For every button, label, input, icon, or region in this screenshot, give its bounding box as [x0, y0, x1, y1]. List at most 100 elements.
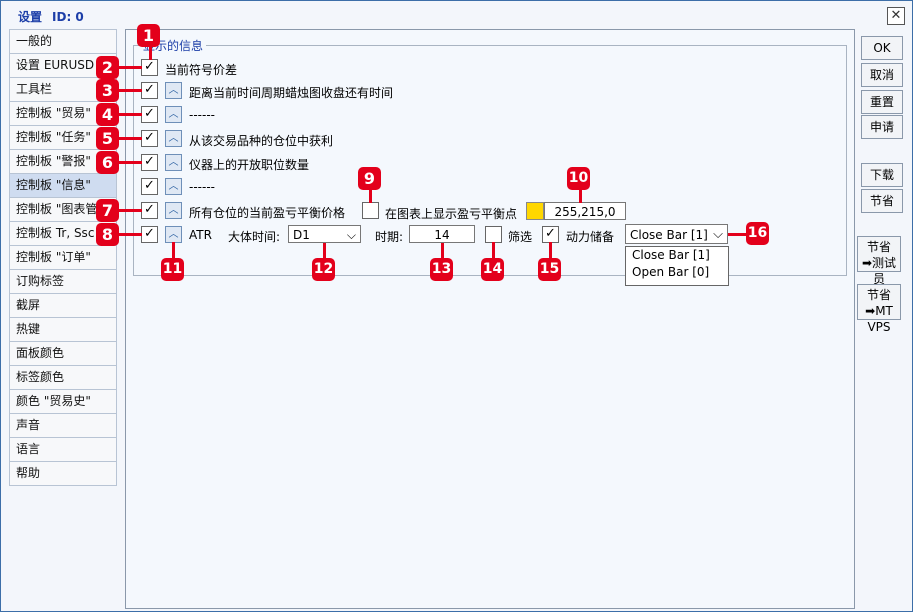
period-input[interactable]: 14	[409, 225, 475, 243]
chevron-down-icon: ⌵	[346, 228, 356, 242]
cancel-button[interactable]: 取消	[861, 63, 903, 87]
bar-dropdown-list: Close Bar [1] Open Bar [0]	[625, 246, 729, 286]
save-tester-text: 测试员	[872, 256, 897, 286]
bar-option-open[interactable]: Open Bar [0]	[626, 264, 728, 281]
sidebar-item-general[interactable]: 一般的	[9, 29, 117, 54]
save-mtvps-line1: 节省	[866, 288, 891, 302]
sidebar-item-sound[interactable]: 声音	[9, 414, 117, 438]
bar-option-close[interactable]: Close Bar [1]	[626, 247, 728, 264]
callout-badge-1: 1	[137, 24, 160, 47]
profit-checkbox[interactable]: ✓	[141, 130, 158, 147]
move-up-button[interactable]: ︿	[165, 82, 182, 99]
callout-badge-16: 16	[746, 222, 769, 245]
download-button[interactable]: 下载	[861, 163, 903, 187]
check-icon: ✓	[144, 59, 155, 74]
sidebar-item-info-panel[interactable]: 控制板 "信息"	[9, 174, 117, 198]
breakeven-color-swatch[interactable]	[526, 202, 544, 220]
save-tester-line2: ➡测试员	[858, 255, 900, 287]
callout-line-11	[172, 242, 175, 258]
chevron-up-icon: ︿	[168, 229, 179, 240]
callout-line-8	[118, 233, 142, 236]
check-icon: ✓	[144, 178, 155, 193]
callout-badge-10: 10	[567, 167, 590, 190]
timeframe-value: D1	[293, 228, 310, 242]
sidebar-item-panel-colors[interactable]: 面板颜色	[9, 342, 117, 366]
save-to-tester-button[interactable]: 节省 ➡测试员	[857, 236, 901, 286]
separator-label-1: ------	[189, 108, 215, 122]
callout-line-13	[441, 243, 444, 258]
arrow-right-icon: ➡	[865, 304, 876, 318]
save-button[interactable]: 节省	[861, 189, 903, 213]
arrow-right-icon: ➡	[861, 256, 873, 270]
save-to-mtvps-button[interactable]: 节省 ➡MT VPS	[857, 284, 901, 334]
sidebar-item-help[interactable]: 帮助	[9, 462, 117, 486]
callout-line-16	[728, 233, 746, 236]
chevron-up-icon: ︿	[168, 205, 179, 216]
filter-label: 筛选	[508, 230, 533, 244]
separator-label-2: ------	[189, 180, 215, 194]
close-button[interactable]: ✕	[887, 7, 905, 25]
separator-checkbox-2[interactable]: ✓	[141, 178, 158, 195]
reset-button[interactable]: 重置	[861, 90, 903, 114]
sidebar-item-order-panel[interactable]: 控制板 "订单"	[9, 246, 117, 270]
move-up-button[interactable]: ︿	[165, 106, 182, 123]
atr-checkbox[interactable]: ✓	[141, 226, 158, 243]
candle-time-checkbox[interactable]: ✓	[141, 82, 158, 99]
callout-badge-5: 5	[96, 127, 119, 150]
bar-select-value: Close Bar [1]	[630, 228, 708, 242]
move-up-button[interactable]: ︿	[165, 130, 182, 147]
sidebar-item-screenshot[interactable]: 截屏	[9, 294, 117, 318]
show-breakeven-on-chart-checkbox[interactable]	[362, 202, 379, 219]
sidebar-item-label-colors[interactable]: 标签颜色	[9, 366, 117, 390]
callout-badge-3: 3	[96, 79, 119, 102]
callout-line-3	[118, 89, 142, 92]
breakeven-checkbox[interactable]: ✓	[141, 202, 158, 219]
callout-badge-7: 7	[96, 199, 119, 222]
check-icon: ✓	[545, 226, 556, 241]
callout-badge-13: 13	[430, 258, 453, 281]
id-label: ID: 0	[52, 10, 84, 24]
move-up-button[interactable]: ︿	[165, 154, 182, 171]
callout-line-15	[549, 242, 552, 258]
profit-label: 从该交易品种的仓位中获利	[189, 134, 334, 148]
sidebar-item-history-colors[interactable]: 颜色 "贸易史"	[9, 390, 117, 414]
timeframe-select[interactable]: D1 ⌵	[288, 225, 361, 243]
callout-badge-11: 11	[161, 258, 184, 281]
check-icon: ✓	[144, 202, 155, 217]
save-tester-line1: 节省	[866, 240, 891, 254]
spread-checkbox[interactable]: ✓	[141, 59, 158, 76]
move-up-button[interactable]: ︿	[165, 202, 182, 219]
callout-badge-8: 8	[96, 223, 119, 246]
bar-select[interactable]: Close Bar [1] ⌵	[625, 224, 728, 244]
sidebar-item-language[interactable]: 语言	[9, 438, 117, 462]
save-mtvps-line2: ➡MT VPS	[858, 303, 900, 335]
move-up-button[interactable]: ︿	[165, 178, 182, 195]
period-label: 时期:	[375, 230, 404, 244]
sidebar-item-order-labels[interactable]: 订购标签	[9, 270, 117, 294]
chevron-up-icon: ︿	[168, 133, 179, 144]
title-text: 设置	[18, 10, 43, 24]
close-icon: ✕	[890, 8, 902, 23]
breakeven-color-input[interactable]: 255,215,0	[544, 202, 626, 220]
callout-badge-15: 15	[538, 258, 561, 281]
callout-badge-12: 12	[312, 258, 335, 281]
open-positions-checkbox[interactable]: ✓	[141, 154, 158, 171]
ok-button[interactable]: OK	[861, 36, 903, 60]
chevron-up-icon: ︿	[168, 85, 179, 96]
callout-line-10	[579, 189, 582, 203]
callout-line-14	[492, 242, 495, 258]
filter-checkbox[interactable]	[485, 226, 502, 243]
callout-line-9	[369, 189, 372, 203]
open-positions-label: 仪器上的开放职位数量	[189, 158, 310, 172]
apply-button[interactable]: 申请	[861, 115, 903, 139]
check-icon: ✓	[144, 130, 155, 145]
callout-badge-6: 6	[96, 151, 119, 174]
callout-badge-2: 2	[96, 56, 119, 79]
dynamic-reserve-checkbox[interactable]: ✓	[542, 226, 559, 243]
dynamic-reserve-label: 动力储备	[566, 230, 615, 244]
chevron-up-icon: ︿	[168, 181, 179, 192]
spread-label: 当前符号价差	[165, 63, 238, 77]
move-up-button[interactable]: ︿	[165, 226, 182, 243]
sidebar-item-hotkeys[interactable]: 热键	[9, 318, 117, 342]
separator-checkbox-1[interactable]: ✓	[141, 106, 158, 123]
